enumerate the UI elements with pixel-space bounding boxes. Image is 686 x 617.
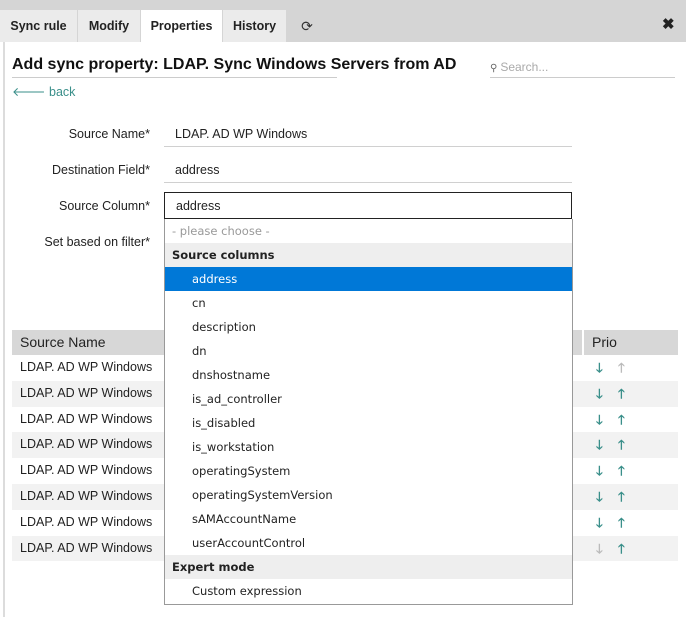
- search-input[interactable]: ⚲ Search...: [490, 60, 675, 78]
- row-source-name: LDAP. AD WP Windows: [20, 488, 153, 503]
- close-icon[interactable]: ✖: [662, 15, 675, 33]
- dropdown-option[interactable]: dn: [165, 339, 572, 363]
- tab-modify[interactable]: Modify: [78, 10, 140, 42]
- row-source-name: LDAP. AD WP Windows: [20, 411, 153, 426]
- dropdown-placeholder[interactable]: - please choose -: [165, 219, 572, 243]
- dropdown-option[interactable]: cn: [165, 291, 572, 315]
- move-up-icon[interactable]: 🡑: [618, 381, 640, 407]
- dropdown-option[interactable]: address: [165, 267, 572, 291]
- tab-bar: Sync rule Modify Properties History ⟳ ✖: [0, 0, 686, 42]
- prio-controls: 🡓 🡑: [596, 355, 640, 381]
- row-source-name: LDAP. AD WP Windows: [20, 385, 153, 400]
- move-up-icon[interactable]: 🡑: [618, 536, 640, 562]
- back-link[interactable]: 🡐 back: [12, 85, 75, 100]
- move-down-icon: 🡓: [596, 540, 603, 556]
- move-down-icon[interactable]: 🡓: [596, 355, 618, 381]
- tab-properties[interactable]: Properties: [141, 10, 222, 42]
- prio-controls: 🡓 🡑: [596, 510, 640, 536]
- source-column-select[interactable]: address: [164, 192, 572, 219]
- prio-controls: 🡓 🡑: [596, 458, 640, 484]
- row-source-name: LDAP. AD WP Windows: [20, 463, 153, 478]
- source-name-label: Source Name*: [68, 127, 150, 141]
- row-source-name: LDAP. AD WP Windows: [20, 437, 153, 452]
- dropdown-option[interactable]: is_ad_controller: [165, 387, 572, 411]
- tab-sync-rule[interactable]: Sync rule: [0, 10, 77, 42]
- dropdown-option[interactable]: operatingSystem: [165, 459, 572, 483]
- move-down-icon[interactable]: 🡓: [596, 484, 618, 510]
- arrow-left-icon: 🡐: [12, 85, 46, 99]
- dropdown-option[interactable]: description: [165, 315, 572, 339]
- prio-controls: 🡓 🡑: [596, 407, 640, 433]
- prio-controls: 🡓 🡑: [596, 536, 640, 562]
- dropdown-option[interactable]: userAccountControl: [165, 531, 572, 555]
- refresh-icon[interactable]: ⟳: [287, 10, 327, 42]
- move-up-icon[interactable]: 🡑: [618, 458, 640, 484]
- move-down-icon[interactable]: 🡓: [596, 458, 618, 484]
- move-up-icon[interactable]: 🡑: [618, 484, 640, 510]
- move-up-icon[interactable]: 🡑: [618, 510, 640, 536]
- dropdown-option[interactable]: Custom expression: [165, 579, 572, 603]
- left-border: [3, 42, 5, 617]
- move-down-icon[interactable]: 🡓: [596, 407, 618, 433]
- dropdown-option[interactable]: operatingSystemVersion: [165, 483, 572, 507]
- prio-controls: 🡓 🡑: [596, 484, 640, 510]
- move-down-icon[interactable]: 🡓: [596, 381, 618, 407]
- back-label: back: [49, 85, 76, 99]
- prio-controls: 🡓 🡑: [596, 381, 640, 407]
- move-up-icon: 🡑: [618, 360, 625, 375]
- move-down-icon[interactable]: 🡓: [596, 432, 618, 458]
- dropdown-option[interactable]: sAMAccountName: [165, 507, 572, 531]
- source-column-label: Source Column*: [58, 199, 150, 213]
- dropdown-group-header: Expert mode: [165, 555, 572, 579]
- search-placeholder: Search...: [500, 60, 549, 74]
- row-source-name: LDAP. AD WP Windows: [20, 360, 153, 374]
- dropdown-option[interactable]: is_workstation: [165, 435, 572, 459]
- dropdown-option[interactable]: is_disabled: [165, 411, 572, 435]
- row-source-name: LDAP. AD WP Windows: [20, 540, 153, 555]
- destination-field-input[interactable]: address: [164, 157, 572, 183]
- tab-history[interactable]: History: [223, 10, 286, 42]
- destination-field-label: Destination Field*: [52, 163, 150, 177]
- source-column-dropdown: - please choose - Source columns address c…: [164, 219, 573, 605]
- prio-controls: 🡓 🡑: [596, 432, 640, 458]
- dropdown-option[interactable]: dnshostname: [165, 363, 572, 387]
- title-divider: [12, 77, 337, 78]
- move-down-icon[interactable]: 🡓: [596, 510, 618, 536]
- dropdown-group-header: Source columns: [165, 243, 572, 267]
- page-title: Add sync property: LDAP. Sync Windows Se…: [12, 56, 457, 73]
- source-name-input[interactable]: LDAP. AD WP Windows: [164, 121, 572, 147]
- header-source-name[interactable]: Source Name: [20, 330, 106, 355]
- header-prio[interactable]: Prio: [582, 330, 678, 355]
- set-based-on-filter-label: Set based on filter*: [44, 235, 150, 249]
- row-source-name: LDAP. AD WP Windows: [20, 514, 153, 529]
- move-up-icon[interactable]: 🡑: [618, 407, 640, 433]
- search-icon: ⚲: [490, 63, 498, 74]
- move-up-icon[interactable]: 🡑: [618, 432, 640, 458]
